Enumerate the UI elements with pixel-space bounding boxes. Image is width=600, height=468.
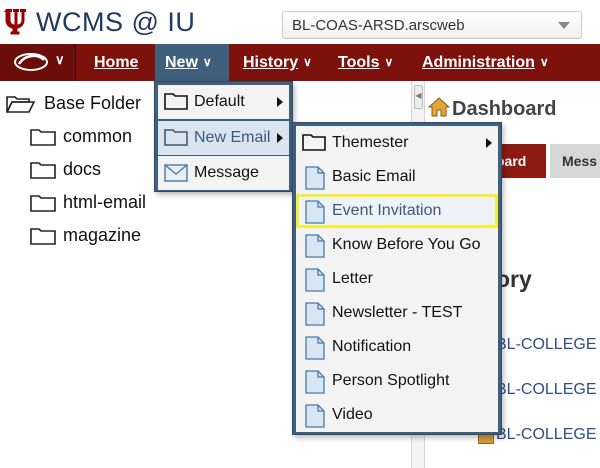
double-chevron-down-icon: ∨ (303, 55, 312, 69)
page-icon (305, 234, 325, 258)
page-icon (305, 404, 325, 428)
nav-tools-label: Tools (338, 54, 380, 71)
tree-item-label: html-email (63, 192, 147, 212)
tree-item-label: magazine (63, 225, 142, 245)
nav-new[interactable]: New ∨ (155, 44, 229, 81)
folder-icon (164, 129, 188, 146)
dashboard-title: Dashboard (452, 98, 557, 120)
double-chevron-down-icon: ∨ (202, 55, 212, 69)
tree-item-docs[interactable]: docs (30, 158, 160, 182)
menu-item-new-email[interactable]: New Email (158, 121, 289, 155)
new-dropdown-menu: Default New Email Message (154, 81, 293, 192)
nav-tools[interactable]: Tools ∨ (338, 44, 393, 81)
history-link[interactable]: BL-COLLEGE (496, 426, 596, 444)
tree-item-html-email[interactable]: html-email (30, 191, 160, 215)
submenu-item-label: Notification (332, 338, 412, 355)
submenu-item-basic-email[interactable]: Basic Email (296, 160, 498, 194)
submenu-arrow-icon (277, 97, 283, 107)
submenu-item-label: Basic Email (332, 168, 416, 185)
folder-icon (30, 162, 56, 179)
tree-item-label: docs (63, 159, 102, 179)
nav-administration-label: Administration (422, 54, 535, 71)
open-folder-icon (6, 96, 36, 113)
menu-item-label: Default (194, 93, 245, 110)
folder-icon (30, 129, 56, 146)
collapse-pane-handle[interactable]: ◀ (414, 85, 423, 109)
submenu-item-label: Event Invitation (332, 202, 442, 219)
new-email-submenu: Themester Basic Email Event Invitation K… (292, 122, 502, 435)
tree-item-magazine[interactable]: magazine (30, 224, 160, 248)
app-title: WCMS @ IU (36, 7, 196, 37)
menu-item-message[interactable]: Message (158, 156, 289, 190)
iu-trident-logo (4, 9, 26, 35)
page-icon (305, 166, 325, 190)
menu-item-label: New Email (194, 129, 271, 146)
submenu-item-person-spotlight[interactable]: Person Spotlight (296, 364, 498, 398)
tree-item-common[interactable]: common (30, 125, 160, 149)
site-selector-value: BL-COAS-ARSD.arscweb (292, 17, 465, 34)
tree-root-base-folder[interactable]: Base Folder (6, 92, 156, 116)
folder-icon (302, 134, 326, 151)
page-icon (305, 370, 325, 394)
nav-history-label: History (243, 54, 299, 71)
top-header: WCMS @ IU BL-COAS-ARSD.arscweb (0, 0, 600, 44)
submenu-item-label: Newsletter - TEST (332, 304, 463, 321)
submenu-item-label: Person Spotlight (332, 372, 450, 389)
double-chevron-down-icon: ∨ (55, 52, 65, 67)
page-icon (305, 200, 325, 224)
submenu-item-label: Letter (332, 270, 373, 287)
submenu-item-label: Video (332, 406, 373, 423)
folder-icon (164, 93, 188, 110)
tree-item-label: common (63, 126, 133, 146)
tree-root-label: Base Folder (44, 93, 142, 113)
submenu-item-video[interactable]: Video (296, 398, 498, 432)
site-selector[interactable]: BL-COAS-ARSD.arscweb (282, 11, 582, 39)
double-chevron-down-icon: ∨ (384, 55, 394, 69)
chevron-down-icon (558, 22, 570, 29)
nav-new-label: New (165, 54, 198, 71)
nav-home[interactable]: Home (94, 44, 138, 81)
cascade-logo-icon (14, 53, 48, 71)
page-icon (305, 336, 325, 360)
submenu-item-event-invitation[interactable]: Event Invitation (296, 194, 498, 228)
page-icon (305, 302, 325, 326)
cascade-logo-menu[interactable]: ∨ (0, 44, 76, 81)
menu-item-label: Message (194, 164, 259, 181)
double-chevron-down-icon: ∨ (539, 55, 549, 69)
nav-history[interactable]: History ∨ (243, 44, 312, 81)
tab-messages[interactable]: Mess (550, 144, 600, 178)
submenu-item-know-before-you-go[interactable]: Know Before You Go (296, 228, 498, 262)
main-nav: ∨ Home New ∨ History ∨ Tools ∨ Administrati… (0, 44, 600, 81)
history-link[interactable]: BL-COLLEGE (496, 381, 596, 399)
nav-home-label: Home (94, 54, 139, 71)
folder-icon (30, 195, 56, 212)
folder-icon (30, 228, 56, 245)
submenu-arrow-icon (277, 133, 283, 143)
menu-item-default[interactable]: Default (158, 85, 289, 119)
submenu-arrow-icon (486, 138, 492, 148)
submenu-item-label: Themester (332, 134, 409, 151)
history-link[interactable]: BL-COLLEGE (496, 336, 596, 354)
page-icon (305, 268, 325, 292)
submenu-item-letter[interactable]: Letter (296, 262, 498, 296)
submenu-item-notification[interactable]: Notification (296, 330, 498, 364)
submenu-item-newsletter-test[interactable]: Newsletter - TEST (296, 296, 498, 330)
nav-administration[interactable]: Administration ∨ (422, 44, 549, 81)
home-icon (428, 97, 450, 117)
submenu-item-themester[interactable]: Themester (296, 126, 498, 160)
submenu-item-label: Know Before You Go (332, 236, 481, 253)
envelope-icon (164, 164, 188, 182)
